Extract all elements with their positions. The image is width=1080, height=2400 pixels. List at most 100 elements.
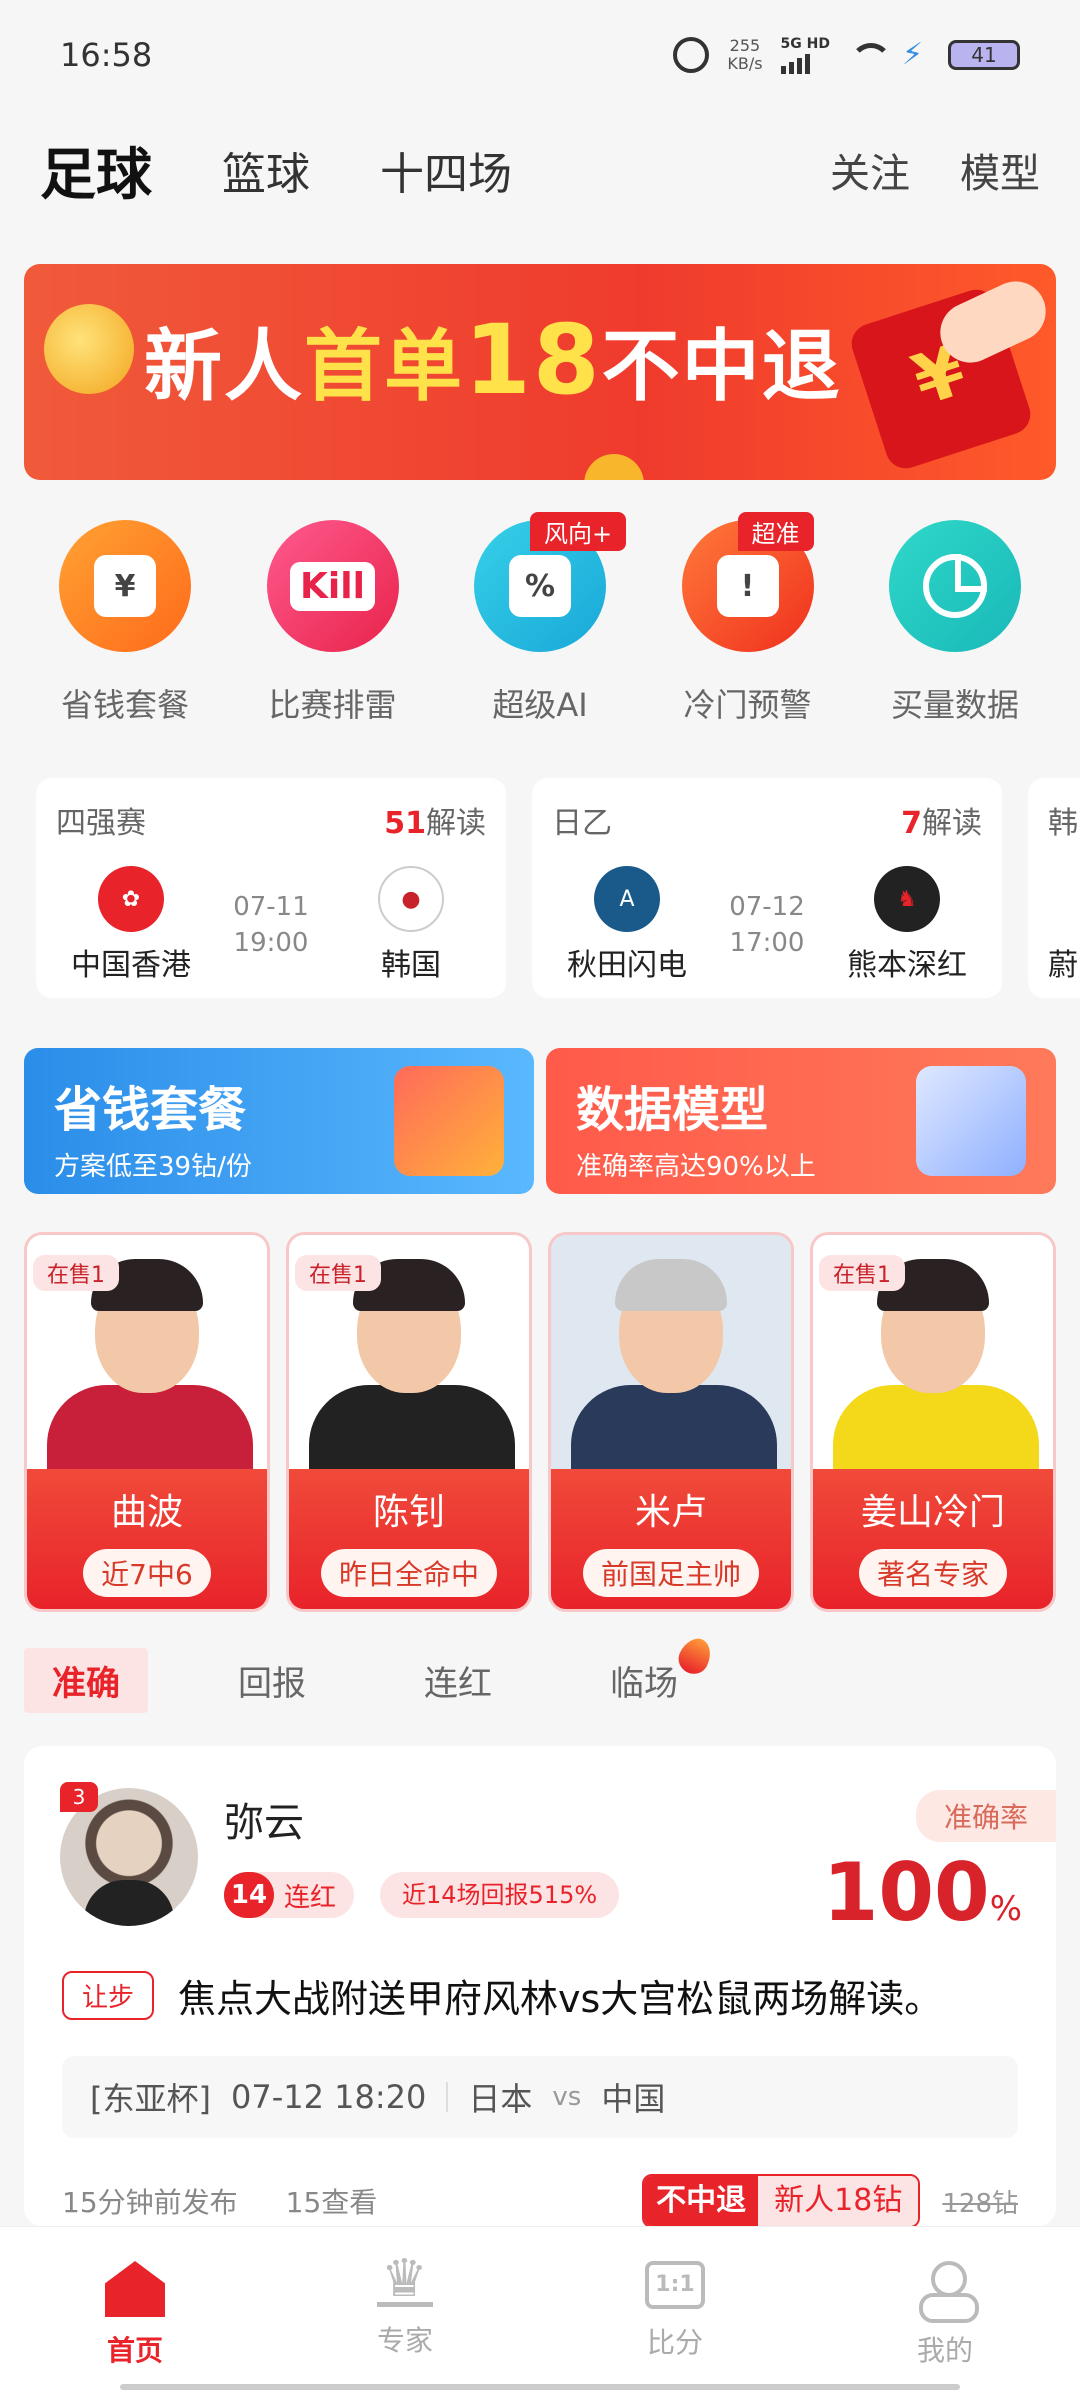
expert-name: 米卢: [634, 1492, 707, 1533]
match-interpret-count: 51解读: [384, 806, 486, 841]
nav-scores[interactable]: 1:1 比分: [540, 2227, 810, 2400]
quick-label: 比赛排雷: [268, 686, 397, 724]
quick-savings-package[interactable]: ¥ 省钱套餐: [40, 520, 210, 730]
streak-label: 连红: [284, 1882, 337, 1913]
expert-tag: 昨日全命中: [320, 1549, 497, 1597]
quick-label: 买量数据: [890, 686, 1019, 724]
tab-live[interactable]: 临场: [582, 1632, 717, 1713]
promo-savings-package[interactable]: 省钱套餐 方案低至39钻/份: [24, 1048, 534, 1194]
quick-match-screening[interactable]: Kill 比赛排雷: [248, 520, 418, 730]
coin-icon: [44, 304, 134, 394]
match-card[interactable]: 四强赛 51解读 ✿ 中国香港 07-11 19:00 ● 韩国: [36, 778, 506, 998]
home-team: A 秋田闪电: [552, 866, 702, 984]
match-card[interactable]: 日乙 7解读 A 秋田闪电 07-12 17:00 ♞ 熊本深红: [532, 778, 1002, 998]
promo-data-model[interactable]: 数据模型 准确率高达90%以上: [546, 1048, 1056, 1194]
sort-tabs: 准确 回报 连红 临场: [24, 1632, 768, 1713]
pie-chart-icon: [889, 520, 1021, 652]
nav-home[interactable]: 首页: [0, 2227, 270, 2400]
match-time: 07-11 19:00: [233, 892, 309, 958]
nav-label: 我的: [916, 2334, 973, 2367]
view-count: 15查看: [285, 2186, 378, 2219]
match-interpret-count: 7解读: [901, 806, 982, 841]
profile-icon: [917, 2261, 979, 2323]
quick-label: 冷门预警: [683, 686, 812, 724]
tab-live-label: 临场: [610, 1663, 678, 1704]
expert-card[interactable]: 在售1 姜山冷门 著名专家: [810, 1232, 1056, 1612]
team-name: 秋田闪电: [567, 948, 687, 983]
expert-card[interactable]: 在售1 曲波 近7中6: [24, 1232, 270, 1612]
expert-name: 姜山冷门: [860, 1492, 1005, 1533]
match-carousel[interactable]: 四强赛 51解读 ✿ 中国香港 07-11 19:00 ● 韩国 日乙 7解读 …: [36, 778, 1080, 998]
status-icons: 255 KB/s 5G HD ⚡ 41: [673, 36, 1020, 74]
streak-number: 14: [224, 1872, 274, 1918]
tab-fourteen-matches[interactable]: 十四场: [380, 138, 512, 202]
tab-return[interactable]: 回报: [210, 1648, 334, 1713]
promo-banner[interactable]: 新人首单18不中退: [24, 264, 1056, 480]
expert-tag: 著名专家: [858, 1549, 1007, 1597]
expert-name: 陈钊: [372, 1492, 445, 1533]
signal: 5G HD: [780, 36, 830, 74]
money-bag-icon: ¥: [59, 520, 191, 652]
expert-tag: 近7中6: [83, 1549, 211, 1597]
korea-flag-icon: ●: [378, 866, 444, 932]
match-league: 韩: [1048, 806, 1078, 841]
author-stats: 14 连红 近14场回报515%: [224, 1872, 620, 1918]
expert-card[interactable]: 在售1 陈钊 昨日全命中: [286, 1232, 532, 1612]
team-name: 熊本深红: [847, 948, 967, 983]
refund-label: 不中退: [644, 2176, 759, 2226]
home-indicator[interactable]: [120, 2384, 960, 2390]
post-match-info: [东亚杯] 07-12 18:20 日本 vs 中国: [62, 2056, 1018, 2138]
top-nav: 足球 篮球 十四场 关注 模型: [40, 130, 1040, 210]
clipboard-chart-icon: [916, 1066, 1026, 1176]
away-team: ● 韩国: [336, 866, 486, 984]
net-speed: 255 KB/s: [727, 37, 762, 73]
expert-photo: [551, 1235, 791, 1475]
flame-icon: [673, 1632, 717, 1679]
tab-model[interactable]: 模型: [960, 141, 1040, 199]
match-league: 日乙: [552, 806, 612, 841]
tab-basketball[interactable]: 篮球: [222, 138, 310, 202]
banner-title: 新人首单18不中退: [144, 304, 842, 416]
tab-follow[interactable]: 关注: [830, 141, 910, 199]
tab-accuracy[interactable]: 准确: [24, 1647, 148, 1713]
nav-label: 专家: [376, 2324, 433, 2357]
crown-icon: [377, 2249, 433, 2309]
return-chip: 近14场回报515%: [380, 1872, 620, 1918]
banner-highlight: 首单: [304, 322, 465, 412]
expert-list: 在售1 曲波 近7中6 在售1 陈钊 昨日全命中 米卢 前国足主帅 在售1 姜山…: [24, 1232, 1056, 1612]
price-button[interactable]: 不中退 新人18钻: [642, 2174, 921, 2228]
banner-suffix: 不中退: [601, 322, 842, 412]
match-time: 07-12 18:20: [230, 2078, 427, 2116]
quick-label: 省钱套餐: [60, 686, 189, 724]
team-name: 蔚: [1048, 948, 1078, 983]
nav-experts[interactable]: 专家: [270, 2227, 540, 2400]
quick-purchase-data[interactable]: 买量数据: [870, 520, 1040, 730]
quick-upset-alert[interactable]: 超准 ! 冷门预警: [663, 512, 833, 730]
expert-name: 曲波: [110, 1492, 183, 1533]
expert-card[interactable]: 米卢 前国足主帅: [548, 1232, 794, 1612]
match-card[interactable]: 韩 蔚: [1028, 778, 1080, 998]
hong-kong-flag-icon: ✿: [98, 866, 164, 932]
nav-label: 首页: [106, 2334, 163, 2367]
team-name: 中国香港: [71, 948, 191, 983]
old-price: 128钻: [942, 2188, 1018, 2219]
wifi-icon: [848, 41, 892, 69]
tab-streak[interactable]: 连红: [396, 1648, 520, 1713]
match-league: [东亚杯]: [90, 2080, 211, 2118]
alarm-clock-icon: [673, 37, 710, 73]
tab-football[interactable]: 足球: [40, 130, 152, 211]
nav-profile[interactable]: 我的: [810, 2227, 1080, 2400]
on-sale-badge: 在售1: [295, 1255, 381, 1291]
banner-number: 18: [464, 304, 602, 416]
tip-post-card[interactable]: 3 弥云 14 连红 近14场回报515% 准确率 100% 让步 焦点大战附送…: [24, 1746, 1056, 2228]
streak-chip: 14 连红: [224, 1872, 355, 1918]
coin-icon: [584, 454, 644, 480]
status-time: 16:58: [60, 36, 153, 74]
author-name[interactable]: 弥云: [224, 1790, 304, 1848]
team-name: 韩国: [381, 948, 441, 983]
bottom-nav: 首页 专家 1:1 比分 我的: [0, 2226, 1080, 2400]
quick-super-ai[interactable]: 风向+ % 超级AI: [455, 512, 627, 730]
post-title-row: 让步 焦点大战附送甲府风林vs大宫松鼠两场解读。: [62, 1968, 1042, 2023]
vs-label: vs: [552, 2082, 582, 2112]
shopping-bag-icon: [394, 1066, 504, 1176]
